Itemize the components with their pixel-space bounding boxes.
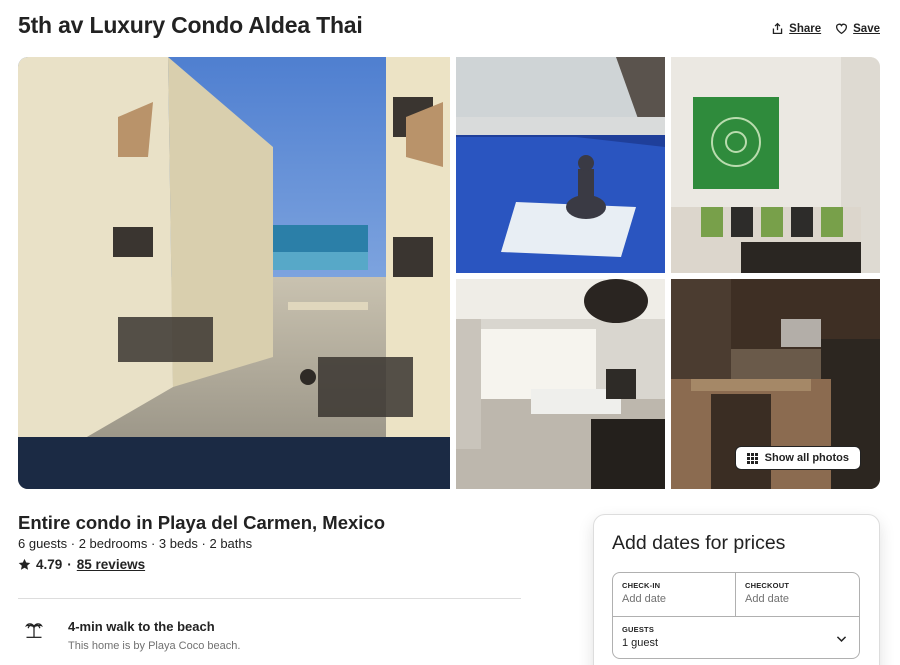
listing-page-title: 5th av Luxury Condo Aldea Thai <box>18 12 363 38</box>
palm-tree-icon <box>24 619 44 639</box>
save-button[interactable]: Save <box>835 22 880 35</box>
guests-field[interactable]: GUESTS 1 guest <box>613 616 859 659</box>
living-room-photo[interactable] <box>456 279 665 489</box>
pool-buddha-photo[interactable] <box>456 57 665 273</box>
booking-title: Add dates for prices <box>612 532 786 554</box>
photo-gallery: Show all photos <box>18 57 880 489</box>
section-divider <box>18 598 521 599</box>
reviews-link[interactable]: 85 reviews <box>77 557 145 572</box>
guests-value: 1 guest <box>622 637 659 649</box>
highlight-title: 4-min walk to the beach <box>68 619 215 634</box>
listing-summary: 6 guests · 2 bedrooms · 3 beds · 2 baths <box>18 536 253 551</box>
date-guest-picker: CHECK-IN Add date CHECKOUT Add date GUES… <box>612 572 860 659</box>
checkin-label: CHECK-IN <box>622 581 661 590</box>
sofa-artwork-photo[interactable] <box>671 57 880 273</box>
share-button[interactable]: Share <box>771 22 821 35</box>
listing-type-title: Entire condo in Playa del Carmen, Mexico <box>18 512 386 533</box>
highlight-description: This home is by Playa Coco beach. <box>68 640 241 652</box>
rating-value: 4.79 <box>36 557 63 572</box>
heart-icon <box>835 22 848 35</box>
guests-label: GUESTS <box>622 625 655 634</box>
share-label: Share <box>789 22 822 35</box>
chevron-down-icon <box>835 632 848 645</box>
checkin-field[interactable]: CHECK-IN Add date <box>613 573 736 616</box>
share-icon <box>771 22 784 35</box>
star-icon <box>18 558 31 571</box>
checkout-value: Add date <box>745 593 790 605</box>
rating-separator: · <box>67 557 72 572</box>
checkout-field[interactable]: CHECKOUT Add date <box>736 573 859 616</box>
checkin-value: Add date <box>622 593 667 605</box>
rating-row: 4.79 · 85 reviews <box>18 557 145 572</box>
top-actions: Share Save <box>771 22 880 35</box>
checkout-label: CHECKOUT <box>745 581 790 590</box>
booking-card: Add dates for prices CHECK-IN Add date C… <box>593 514 880 665</box>
show-all-photos-label: Show all photos <box>764 452 849 464</box>
show-all-photos-button[interactable]: Show all photos <box>734 446 861 470</box>
save-label: Save <box>853 22 880 35</box>
main-courtyard-photo[interactable] <box>18 57 450 489</box>
grid-icon <box>746 452 758 464</box>
